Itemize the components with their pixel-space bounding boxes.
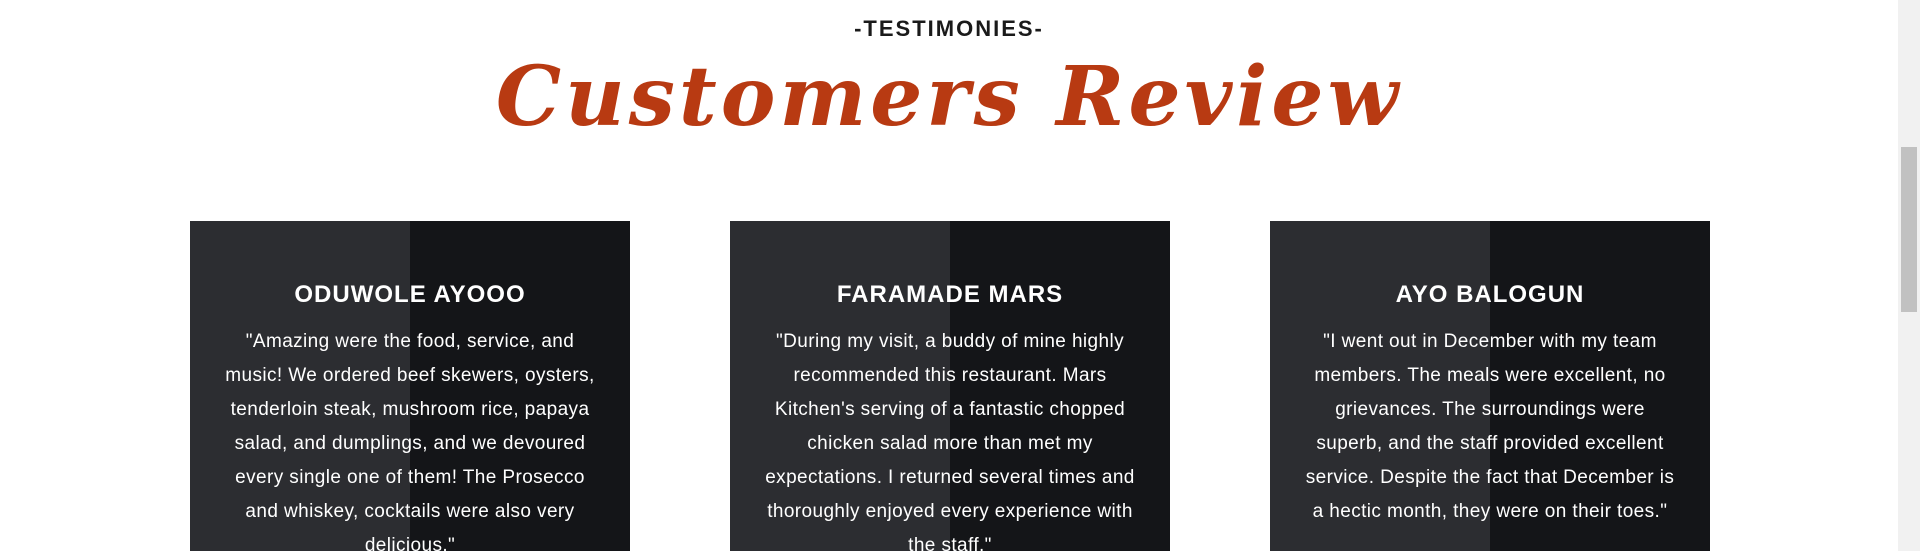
scrollbar-thumb[interactable] bbox=[1901, 147, 1917, 312]
testimonials-section: -TESTIMONIES- Customers Review ODUWOLE A… bbox=[0, 0, 1920, 551]
reviewer-name: ODUWOLE AYOOO bbox=[294, 281, 526, 308]
section-eyebrow: -TESTIMONIES- bbox=[854, 16, 1044, 41]
review-text: "I went out in December with my team mem… bbox=[1305, 331, 1675, 522]
review-card: AYO BALOGUN "I went out in December with… bbox=[1270, 221, 1710, 551]
review-card: ODUWOLE AYOOO "Amazing were the food, se… bbox=[190, 221, 630, 551]
vertical-scrollbar[interactable] bbox=[1898, 0, 1920, 551]
reviewer-name: AYO BALOGUN bbox=[1395, 281, 1585, 308]
review-text: "During my visit, a buddy of mine highly… bbox=[765, 331, 1135, 551]
section-title: Customers Review bbox=[495, 49, 1403, 145]
review-text: "Amazing were the food, service, and mus… bbox=[225, 331, 595, 551]
review-card: FARAMADE MARS "During my visit, a buddy … bbox=[730, 221, 1170, 551]
reviewer-name: FARAMADE MARS bbox=[836, 281, 1064, 308]
